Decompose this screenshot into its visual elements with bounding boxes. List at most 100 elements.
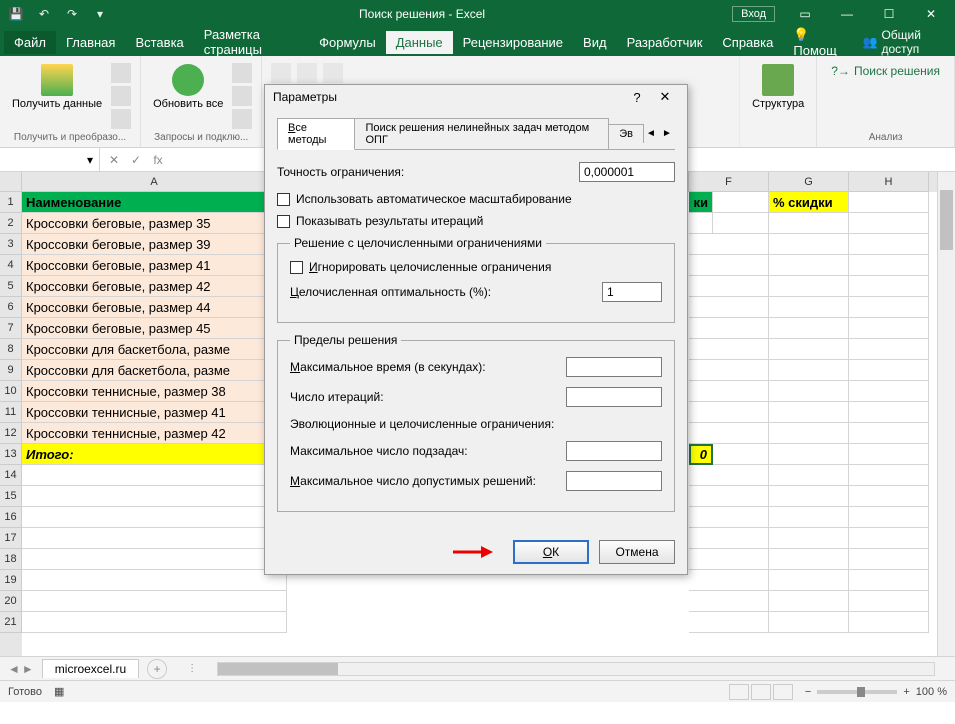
max-feasible-input[interactable] — [566, 471, 662, 491]
cell[interactable]: Кроссовки беговые, размер 41 — [22, 255, 287, 276]
zoom-slider[interactable] — [817, 690, 897, 694]
row-header[interactable]: 21 — [0, 612, 22, 633]
view-pagebreak-icon[interactable] — [773, 684, 793, 700]
show-iterations-checkbox[interactable]: Показывать результаты итераций — [277, 214, 675, 228]
tab-developer[interactable]: Разработчик — [617, 31, 713, 54]
row-header[interactable]: 11 — [0, 402, 22, 423]
redo-icon[interactable]: ↷ — [60, 3, 84, 25]
select-all-corner[interactable] — [0, 172, 22, 192]
cell[interactable]: Наименование — [22, 192, 287, 213]
row-header[interactable]: 12 — [0, 423, 22, 444]
row-header[interactable]: 19 — [0, 570, 22, 591]
zoom-out-icon[interactable]: − — [805, 686, 811, 698]
row-header[interactable]: 2 — [0, 213, 22, 234]
tab-review[interactable]: Рецензирование — [453, 31, 573, 54]
zoom-level[interactable]: 100 % — [916, 686, 947, 698]
cell[interactable]: Кроссовки теннисные, размер 41 — [22, 402, 287, 423]
tab-data[interactable]: Данные — [386, 31, 453, 54]
login-button[interactable]: Вход — [732, 6, 775, 22]
tab-file[interactable]: Файл — [4, 31, 56, 54]
cell[interactable] — [713, 192, 769, 213]
view-normal-icon[interactable] — [729, 684, 749, 700]
row-header[interactable]: 20 — [0, 591, 22, 612]
row-header[interactable]: 17 — [0, 528, 22, 549]
cell-total-value[interactable]: 0 — [689, 444, 713, 465]
enter-formula-icon[interactable]: ✓ — [126, 150, 146, 170]
fx-icon[interactable]: fx — [148, 150, 168, 170]
qat-dropdown-icon[interactable]: ▾ — [88, 3, 112, 25]
solver-button[interactable]: ?→ Поиск решения — [825, 62, 946, 80]
row-header[interactable]: 1 — [0, 192, 22, 213]
precision-input[interactable] — [579, 162, 675, 182]
ok-button[interactable]: OК — [513, 540, 589, 564]
row-header[interactable]: 10 — [0, 381, 22, 402]
structure-button[interactable]: Структура — [748, 62, 808, 113]
maximize-icon[interactable]: ☐ — [869, 3, 909, 25]
undo-icon[interactable]: ↶ — [32, 3, 56, 25]
macro-record-icon[interactable]: ▦ — [54, 685, 64, 698]
close-window-icon[interactable]: ✕ — [911, 3, 951, 25]
iterations-input[interactable] — [566, 387, 662, 407]
properties-icon[interactable] — [232, 86, 252, 106]
tab-insert[interactable]: Вставка — [125, 31, 193, 54]
cell[interactable]: ки — [689, 192, 713, 213]
max-time-input[interactable] — [566, 357, 662, 377]
cell[interactable] — [849, 192, 929, 213]
row-header[interactable]: 3 — [0, 234, 22, 255]
cell[interactable]: Кроссовки беговые, размер 35 — [22, 213, 287, 234]
cell[interactable] — [769, 213, 849, 234]
row-header[interactable]: 16 — [0, 507, 22, 528]
queries-icon[interactable] — [232, 63, 252, 83]
row-header[interactable]: 6 — [0, 297, 22, 318]
from-text-icon[interactable] — [111, 63, 131, 83]
filter-icon[interactable] — [323, 63, 343, 83]
row-header[interactable]: 14 — [0, 465, 22, 486]
tab-nonlinear[interactable]: Поиск решения нелинейных задач методом О… — [354, 118, 609, 149]
refresh-all-button[interactable]: Обновить все — [149, 62, 227, 113]
cell[interactable]: Кроссовки теннисные, размер 42 — [22, 423, 287, 444]
tab-view[interactable]: Вид — [573, 31, 617, 54]
cell[interactable]: Кроссовки теннисные, размер 38 — [22, 381, 287, 402]
cancel-button[interactable]: Отмена — [599, 540, 675, 564]
zoom-in-icon[interactable]: + — [903, 686, 909, 698]
view-layout-icon[interactable] — [751, 684, 771, 700]
edit-links-icon[interactable] — [232, 109, 252, 129]
share-button[interactable]: 👥Общий доступ — [855, 28, 951, 56]
col-header[interactable]: A — [22, 172, 287, 192]
dialog-close-icon[interactable]: ✕ — [651, 89, 679, 105]
cancel-formula-icon[interactable]: ✕ — [104, 150, 124, 170]
tab-home[interactable]: Главная — [56, 31, 125, 54]
dialog-help-icon[interactable]: ? — [623, 90, 651, 105]
tab-help[interactable]: Справка — [712, 31, 783, 54]
from-web-icon[interactable] — [111, 86, 131, 106]
sheet-nav-prev-icon[interactable]: ◄ — [8, 662, 20, 676]
sheet-nav-next-icon[interactable]: ► — [22, 662, 34, 676]
save-icon[interactable]: 💾 — [4, 3, 28, 25]
int-opt-input[interactable] — [602, 282, 662, 302]
name-box-dropdown-icon[interactable]: ▾ — [87, 153, 93, 167]
cell[interactable]: Кроссовки беговые, размер 44 — [22, 297, 287, 318]
row-header[interactable]: 4 — [0, 255, 22, 276]
cell[interactable]: Кроссовки беговые, размер 42 — [22, 276, 287, 297]
from-table-icon[interactable] — [111, 109, 131, 129]
cell[interactable]: Кроссовки беговые, размер 45 — [22, 318, 287, 339]
tab-all-methods[interactable]: Все методы — [277, 118, 355, 150]
get-data-button[interactable]: Получить данные — [8, 62, 106, 113]
row-header[interactable]: 13 — [0, 444, 22, 465]
tab-evolutionary[interactable]: Эв — [608, 124, 644, 143]
cell[interactable]: Кроссовки для баскетбола, разме — [22, 360, 287, 381]
cell[interactable]: % скидки — [769, 192, 849, 213]
tab-formulas[interactable]: Формулы — [309, 31, 386, 54]
cell[interactable]: Кроссовки для баскетбола, разме — [22, 339, 287, 360]
name-box[interactable]: ▾ — [0, 148, 100, 171]
row-header[interactable]: 9 — [0, 360, 22, 381]
sort-za-icon[interactable] — [297, 63, 317, 83]
row-header[interactable]: 15 — [0, 486, 22, 507]
ignore-integer-checkbox[interactable]: Игнорировать целочисленные ограничения — [290, 260, 662, 274]
sort-az-icon[interactable] — [271, 63, 291, 83]
sheet-tab[interactable]: microexcel.ru — [42, 659, 139, 678]
col-header[interactable]: G — [769, 172, 849, 192]
col-header[interactable]: H — [849, 172, 929, 192]
col-header[interactable]: F — [689, 172, 769, 192]
add-sheet-button[interactable]: + — [147, 659, 167, 679]
